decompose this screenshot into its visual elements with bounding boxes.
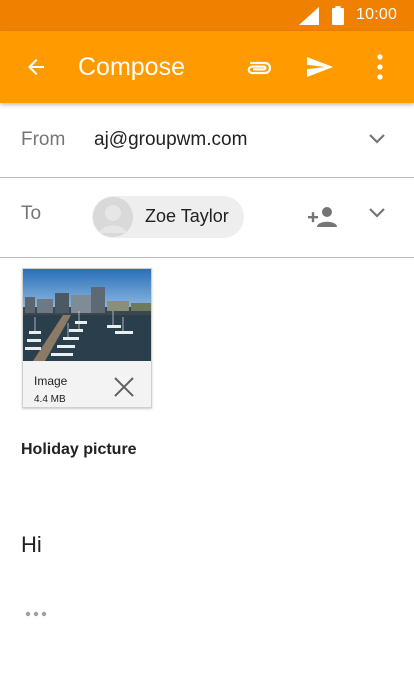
from-label: From bbox=[21, 129, 66, 150]
recipient-name: Zoe Taylor bbox=[145, 206, 229, 226]
from-account-value[interactable]: aj@groupwm.com bbox=[94, 129, 247, 151]
attachment-title: Image bbox=[34, 374, 68, 388]
subject-field[interactable]: Holiday picture bbox=[21, 441, 137, 459]
chevron-down-icon[interactable] bbox=[368, 207, 386, 219]
app-bar: Compose bbox=[0, 31, 414, 103]
paperclip-icon[interactable] bbox=[245, 55, 273, 79]
status-bar: 10:00 bbox=[0, 0, 414, 31]
attachment-card[interactable]: Image 4.4 MB bbox=[22, 268, 152, 408]
recipient-chip[interactable]: Zoe Taylor bbox=[92, 196, 244, 238]
more-vert-icon[interactable] bbox=[376, 53, 384, 81]
divider bbox=[0, 257, 414, 258]
close-icon[interactable] bbox=[112, 375, 136, 399]
message-body[interactable]: Hi bbox=[21, 532, 42, 558]
battery-icon bbox=[332, 6, 344, 25]
more-horiz-icon[interactable] bbox=[25, 610, 49, 618]
from-row: From aj@groupwm.com bbox=[0, 103, 414, 177]
signal-icon bbox=[299, 7, 319, 25]
attachment-size: 4.4 MB bbox=[34, 394, 66, 405]
person-icon bbox=[93, 197, 133, 237]
status-time: 10:00 bbox=[356, 6, 398, 23]
arrow-back-icon[interactable] bbox=[24, 55, 48, 79]
to-label: To bbox=[21, 203, 42, 224]
attachment-thumbnail bbox=[23, 269, 151, 361]
chevron-down-icon[interactable] bbox=[368, 133, 386, 145]
add-contact-icon[interactable] bbox=[306, 205, 340, 229]
page-title: Compose bbox=[78, 53, 185, 81]
avatar bbox=[93, 197, 133, 237]
send-icon[interactable] bbox=[306, 55, 334, 79]
